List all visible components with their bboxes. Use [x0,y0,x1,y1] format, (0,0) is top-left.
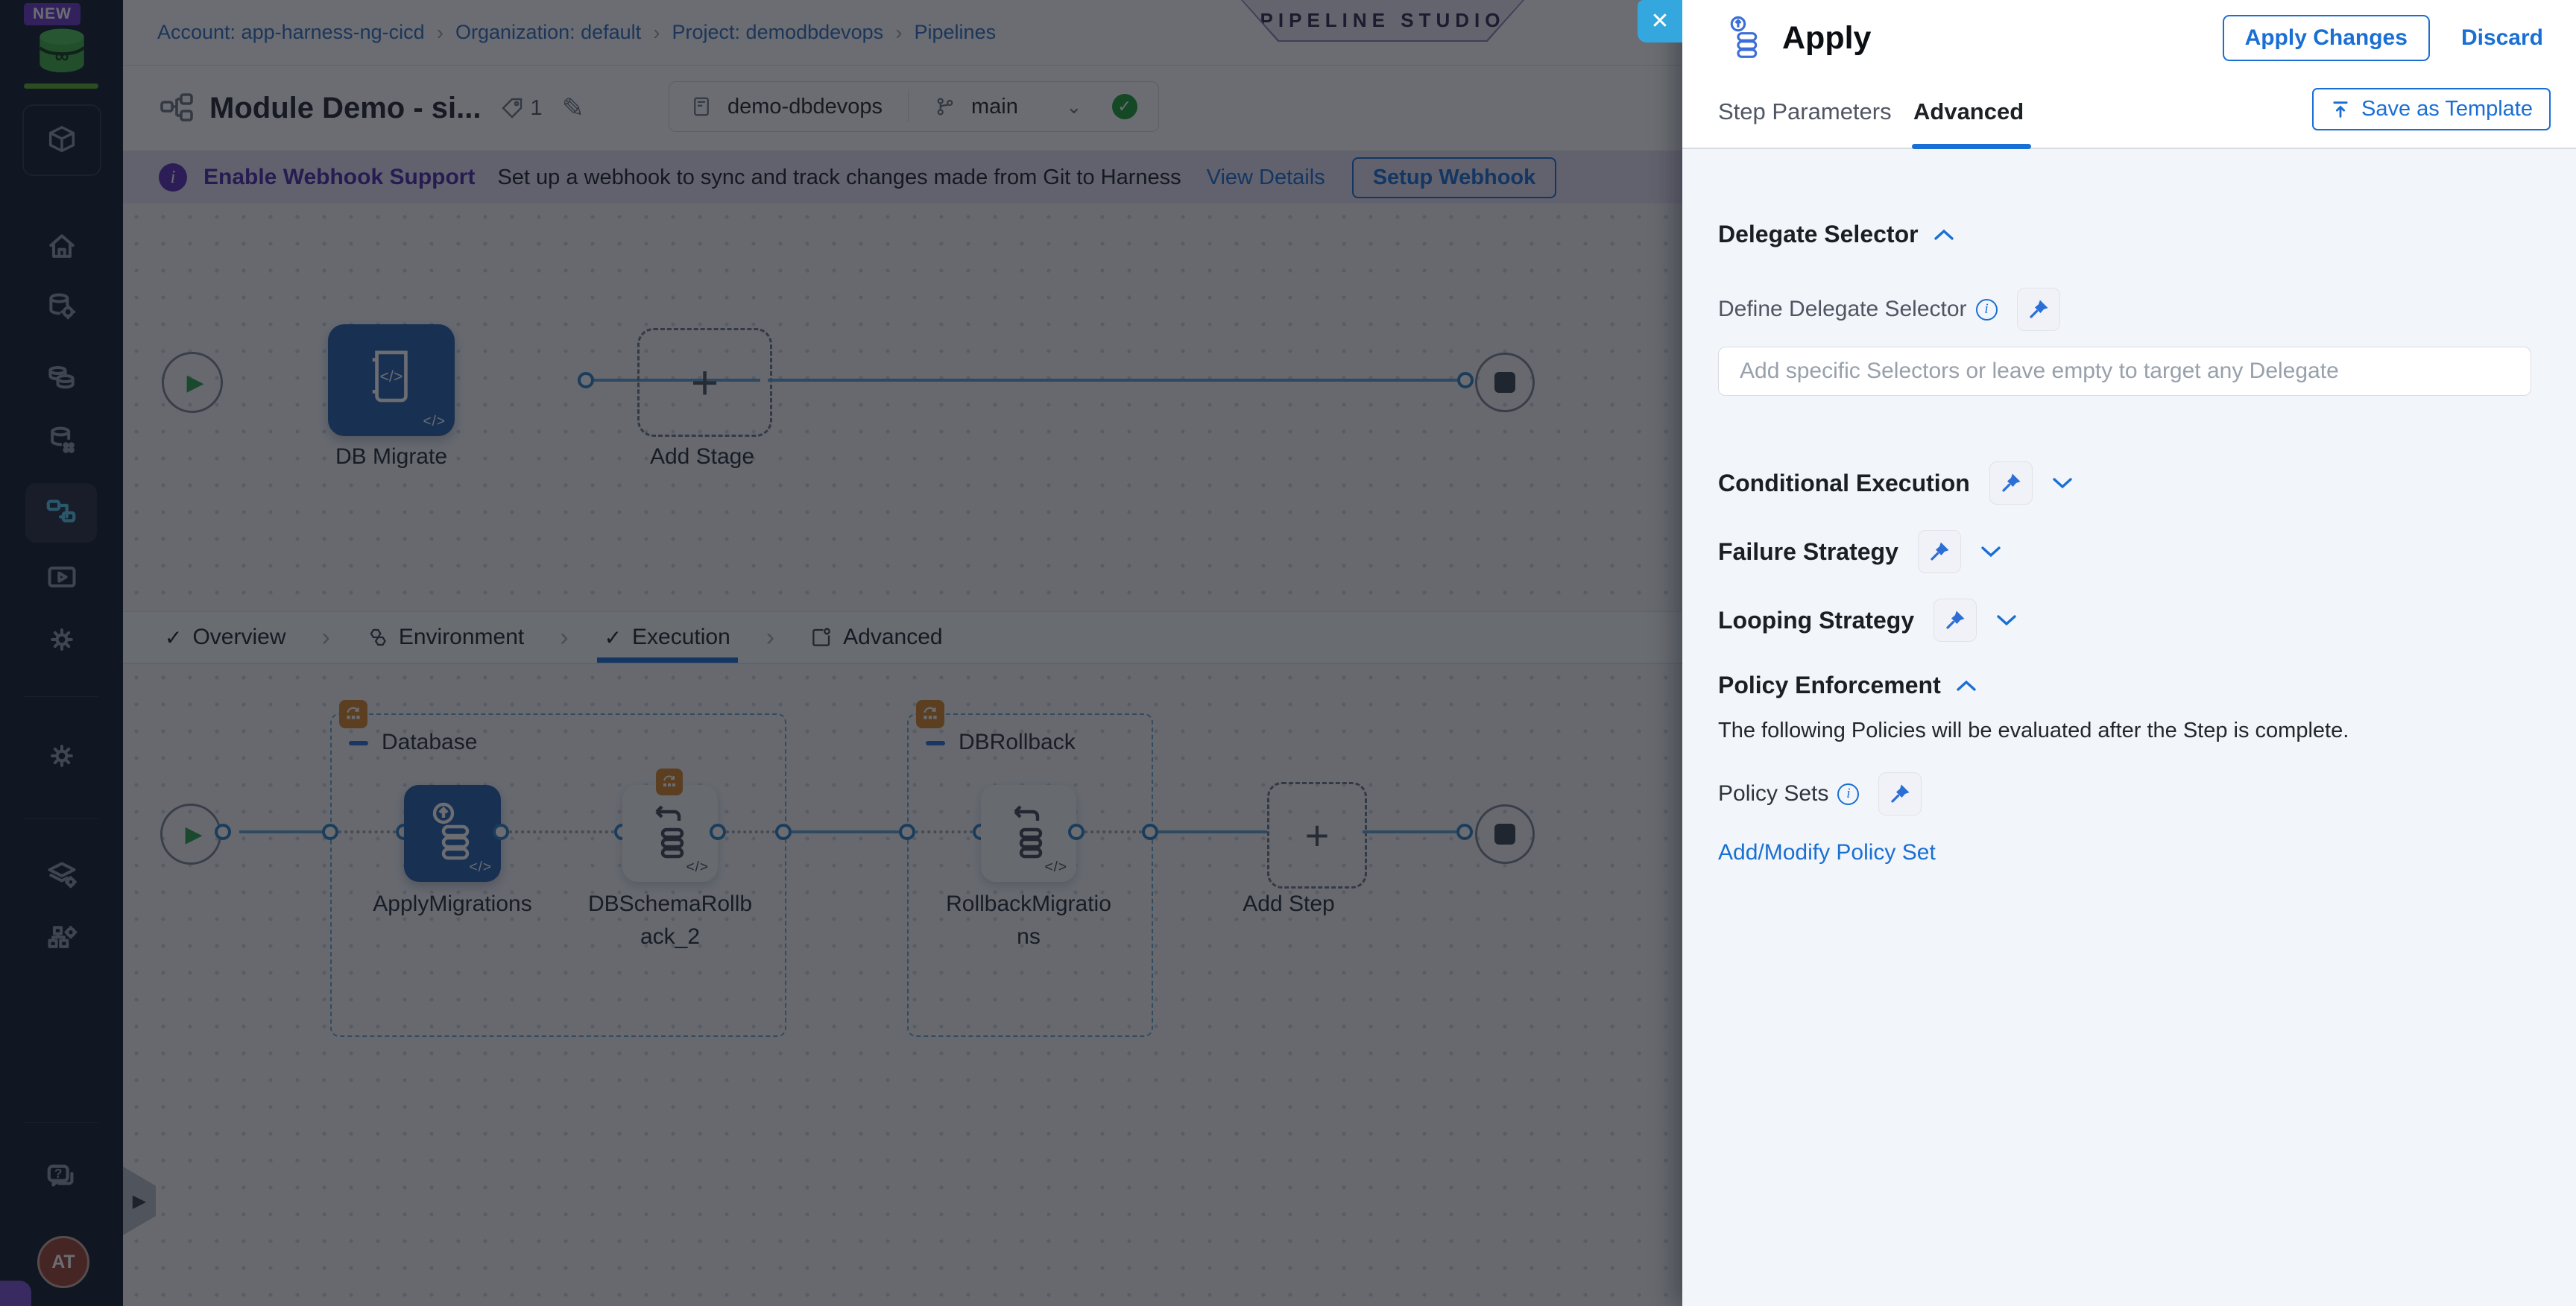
pin-icon [1946,611,1965,629]
delegate-selector-input[interactable] [1718,347,2531,396]
pin-icon [1891,784,1910,803]
conditional-execution-row: Conditional Execution [1718,461,2531,505]
define-delegate-selector-label: Define Delegate Selector [1718,297,1967,321]
chevron-up-icon[interactable] [1933,229,1954,241]
pin-icon [2029,300,2048,318]
policy-enforcement-heading: Policy Enforcement [1718,672,1941,698]
chevron-down-icon[interactable] [2052,477,2073,489]
info-icon[interactable]: i [1975,298,1998,321]
failure-strategy-row: Failure Strategy [1718,530,2531,573]
policy-enforcement-section[interactable]: Policy Enforcement [1718,672,2531,699]
apply-changes-button[interactable]: Apply Changes [2222,15,2430,61]
pin-runtime-input-button[interactable] [2016,288,2060,331]
discard-button[interactable]: Discard [2461,25,2543,51]
looping-strategy-heading: Looping Strategy [1718,606,1915,634]
pipeline-studio-screen: NEW ∞ [0,0,2576,1306]
tab-advanced-active[interactable]: Advanced [1913,98,2024,125]
drawer-body: Delegate Selector Define Delegate Select… [1682,149,2576,1306]
tab-step-parameters[interactable]: Step Parameters [1718,98,1892,125]
delegate-selector-section[interactable]: Delegate Selector [1718,221,2531,248]
policy-description: The following Policies will be evaluated… [1718,719,2349,742]
pin-runtime-input-button[interactable] [1989,461,2033,505]
pin-icon [1931,542,1949,561]
failure-strategy-heading: Failure Strategy [1718,537,1898,565]
policy-sets-label: Policy Sets [1718,781,1829,806]
pin-runtime-input-button[interactable] [1917,530,1961,573]
define-delegate-selector-row: Define Delegate Selector i [1718,288,2531,331]
drawer-header: Apply Apply Changes Discard [1682,0,2576,76]
pin-icon [2002,473,2021,492]
looping-strategy-row: Looping Strategy [1718,599,2531,642]
close-drawer-button[interactable]: ✕ [1638,0,1682,42]
delegate-selector-heading: Delegate Selector [1718,221,1919,247]
modal-dim-overlay [0,0,1682,1306]
pin-runtime-input-button[interactable] [1933,599,1977,642]
drawer-title: Apply [1782,19,1872,56]
save-as-template-button[interactable]: Save as Template [2312,88,2551,130]
info-icon[interactable]: i [1837,783,1860,805]
add-modify-policy-set-link[interactable]: Add/Modify Policy Set [1718,840,1936,865]
conditional-execution-heading: Conditional Execution [1718,469,1970,496]
drawer-tabs: Step Parameters Advanced Save as Templat… [1682,76,2576,149]
apply-step-icon [1730,16,1758,58]
chevron-up-icon[interactable] [1956,680,1977,692]
pin-runtime-input-button[interactable] [1878,772,1922,816]
step-config-drawer: ✕ Apply Apply Changes Discard Step Param… [1638,0,2576,1306]
upload-icon [2333,101,2348,118]
chevron-down-icon[interactable] [1980,546,2001,558]
policy-sets-row: Policy Sets i [1718,772,2531,816]
active-tab-underline [1912,144,2031,149]
chevron-down-icon[interactable] [1996,614,2017,626]
save-as-template-label: Save as Template [2361,97,2533,121]
